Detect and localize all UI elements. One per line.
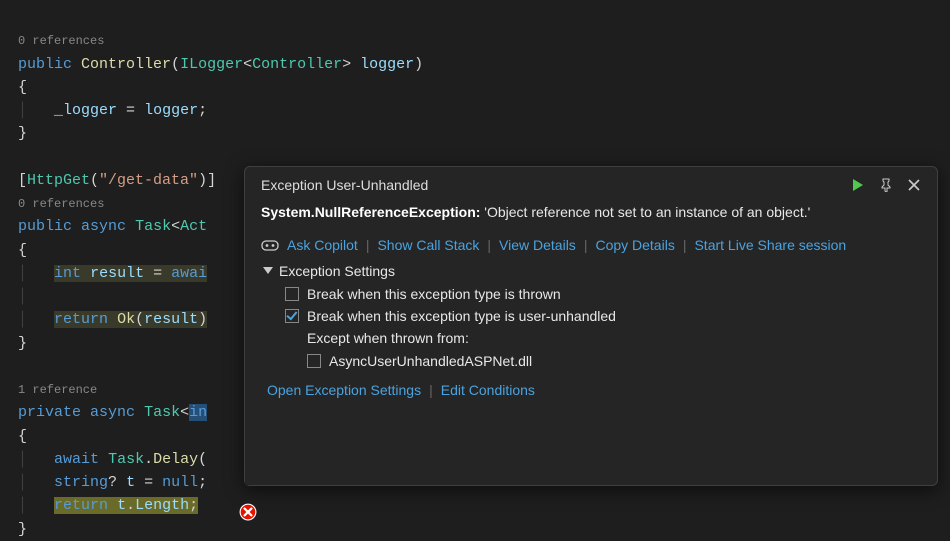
codelens-refs[interactable]: 0 references (18, 34, 104, 48)
show-call-stack-link[interactable]: Show Call Stack (377, 237, 479, 253)
error-icon (239, 503, 257, 521)
exception-message: System.NullReferenceException: 'Object r… (261, 203, 921, 223)
exception-type: System.NullReferenceException: (261, 204, 480, 220)
kw-public: public (18, 56, 72, 73)
popup-title: Exception User-Unhandled (261, 177, 428, 193)
settings-header-label: Exception Settings (279, 263, 395, 279)
type-ilogger: ILogger (180, 56, 243, 73)
edit-conditions-link[interactable]: Edit Conditions (441, 382, 535, 398)
ask-copilot-link[interactable]: Ask Copilot (287, 237, 358, 253)
chevron-down-icon (263, 267, 273, 274)
pin-icon[interactable] (879, 178, 893, 192)
opt1-label: Break when this exception type is thrown (307, 283, 561, 305)
break-when-thrown-checkbox[interactable] (285, 287, 299, 301)
opt2-label: Break when this exception type is user-u… (307, 305, 616, 327)
except-label: Except when thrown from: (307, 327, 921, 349)
attr-httpget: HttpGet (27, 172, 90, 189)
field-logger: _logger (54, 102, 117, 119)
exception-popup: Exception User-Unhandled System.NullRefe… (244, 166, 938, 486)
exception-text: 'Object reference not set to an instance… (484, 204, 810, 220)
view-details-link[interactable]: View Details (499, 237, 576, 253)
open-exception-settings-link[interactable]: Open Exception Settings (267, 382, 421, 398)
type-controller: Controller (252, 56, 342, 73)
break-when-user-unhandled-checkbox[interactable] (285, 309, 299, 323)
except-module-checkbox[interactable] (307, 354, 321, 368)
codelens-refs-3[interactable]: 1 reference (18, 383, 97, 397)
start-live-share-link[interactable]: Start Live Share session (694, 237, 846, 253)
exception-settings-toggle[interactable]: Exception Settings (263, 263, 921, 279)
codelens-refs-2[interactable]: 0 references (18, 197, 104, 211)
copilot-icon (261, 237, 279, 253)
except-module-label: AsyncUserUnhandledASPNet.dll (329, 350, 532, 372)
close-icon[interactable] (907, 178, 921, 192)
ctor-name: Controller (81, 56, 171, 73)
exception-line: return t.Length; (54, 497, 198, 514)
attr-arg: "/get-data" (99, 172, 198, 189)
copy-details-link[interactable]: Copy Details (595, 237, 674, 253)
continue-icon[interactable] (851, 178, 865, 192)
param-logger: logger (360, 56, 414, 73)
